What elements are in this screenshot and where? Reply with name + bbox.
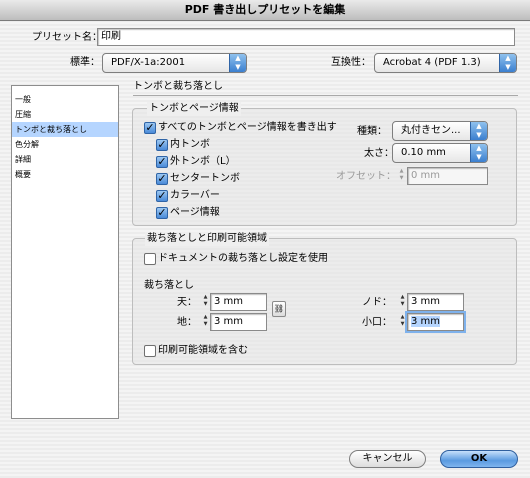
- all-marks-checkbox[interactable]: ✓: [144, 122, 156, 134]
- page-info-checkbox[interactable]: ✓: [156, 207, 168, 219]
- window-title-bar: PDF 書き出しプリセットを編集: [0, 0, 530, 21]
- bleed-outside-stepper-icon[interactable]: ▲ ▼: [398, 314, 407, 330]
- sidebar-item-advanced[interactable]: 詳細: [12, 152, 118, 167]
- cancel-button[interactable]: キャンセル: [349, 450, 426, 468]
- bleed-bottom-field[interactable]: 3 mm: [210, 313, 267, 331]
- bleed-group-title: 裁ち落としと印刷可能領域: [145, 232, 269, 246]
- bleed-outside-label: 小口：: [362, 317, 392, 328]
- popup-arrows-icon: ▲ ▼: [470, 144, 487, 162]
- compat-popup[interactable]: Acrobat 4 (PDF 1.3) ▲ ▼: [374, 53, 517, 73]
- preset-name-value: 印刷: [101, 31, 121, 42]
- bleed-inside-value: 3 mm: [411, 296, 441, 307]
- ok-button[interactable]: OK: [440, 450, 518, 468]
- marks-weight-value: 0.10 mm: [401, 147, 446, 158]
- color-bars-checkbox[interactable]: ✓: [156, 190, 168, 202]
- category-list: 一般 圧縮 トンボと裁ち落とし 色分解 詳細 概要: [11, 85, 119, 419]
- section-title: トンボと裁ち落とし: [133, 81, 223, 92]
- sidebar-item-summary[interactable]: 概要: [12, 167, 118, 182]
- bleed-inside-stepper-icon[interactable]: ▲ ▼: [398, 294, 407, 310]
- bleed-outside-value: 3 mm: [411, 316, 441, 327]
- use-doc-bleed-label: ドキュメントの裁ち落とし設定を使用: [158, 253, 328, 264]
- bleed-bottom-label: 地：: [177, 317, 197, 328]
- color-bars-label: カラーバー: [170, 190, 220, 201]
- bleed-bottom-stepper-icon[interactable]: ▲ ▼: [201, 314, 210, 330]
- popup-arrows-icon: ▲ ▼: [470, 122, 487, 140]
- use-doc-bleed-checkbox[interactable]: [144, 253, 156, 265]
- sidebar-item-marks-bleeds[interactable]: トンボと裁ち落とし: [12, 122, 118, 137]
- cancel-button-label: キャンセル: [362, 453, 413, 464]
- bleed-top-value: 3 mm: [214, 296, 244, 307]
- registration-marks-label: センタートンボ: [170, 173, 240, 184]
- include-slug-checkbox[interactable]: [144, 345, 156, 357]
- compat-label: 互換性：: [331, 57, 371, 68]
- bleed-outside-field[interactable]: 3 mm: [407, 313, 464, 331]
- offset-field[interactable]: 0 mm: [407, 167, 488, 185]
- preset-name-field[interactable]: 印刷: [97, 28, 515, 46]
- marks-weight-popup[interactable]: 0.10 mm ▲ ▼: [392, 143, 488, 163]
- offset-stepper-icon[interactable]: ▲ ▼: [397, 168, 406, 184]
- marks-weight-label: 太さ：: [364, 148, 394, 159]
- include-slug-label: 印刷可能領域を含む: [158, 345, 248, 356]
- popup-arrows-icon: ▲ ▼: [499, 54, 516, 72]
- crop-marks-checkbox[interactable]: ✓: [156, 139, 168, 151]
- bleed-top-field[interactable]: 3 mm: [210, 293, 267, 311]
- marks-type-popup[interactable]: 丸付きセン... ▲ ▼: [392, 121, 488, 141]
- bleed-marks-checkbox[interactable]: ✓: [156, 156, 168, 168]
- crop-marks-label: 内トンボ: [170, 139, 210, 150]
- standard-value: PDF/X-1a:2001: [111, 57, 186, 68]
- standard-label: 標準：: [70, 57, 100, 68]
- marks-type-label: 種類：: [357, 126, 387, 137]
- sidebar-item-compression[interactable]: 圧縮: [12, 107, 118, 122]
- marks-group-title: トンボとページ情報: [147, 102, 241, 116]
- bleed-inside-label: ノド：: [362, 297, 392, 308]
- marks-type-value: 丸付きセン...: [401, 125, 461, 136]
- registration-marks-checkbox[interactable]: ✓: [156, 173, 168, 185]
- bleed-top-stepper-icon[interactable]: ▲ ▼: [201, 294, 210, 310]
- popup-arrows-icon: ▲ ▼: [229, 54, 246, 72]
- all-marks-label: すべてのトンボとページ情報を書き出す: [158, 122, 337, 133]
- ok-button-label: OK: [470, 453, 488, 464]
- link-chain-icon[interactable]: ⛓: [272, 301, 286, 317]
- bleed-marks-label: 外トンボ（L）: [170, 156, 236, 167]
- bleed-top-label: 天：: [177, 297, 197, 308]
- offset-label: オフセット：: [336, 171, 396, 182]
- sidebar-item-general[interactable]: 一般: [12, 92, 118, 107]
- standard-popup[interactable]: PDF/X-1a:2001 ▲ ▼: [102, 53, 247, 73]
- preset-name-label: プリセット名：: [32, 32, 102, 43]
- bleed-heading: 裁ち落とし: [144, 280, 194, 291]
- compat-value: Acrobat 4 (PDF 1.3): [383, 57, 481, 68]
- window-title: PDF 書き出しプリセットを編集: [184, 3, 346, 16]
- sidebar-item-output[interactable]: 色分解: [12, 137, 118, 152]
- section-divider: [133, 95, 518, 96]
- bleed-inside-field[interactable]: 3 mm: [407, 293, 464, 311]
- page-info-label: ページ情報: [170, 207, 220, 218]
- bleed-bottom-value: 3 mm: [214, 316, 244, 327]
- offset-value: 0 mm: [411, 170, 441, 181]
